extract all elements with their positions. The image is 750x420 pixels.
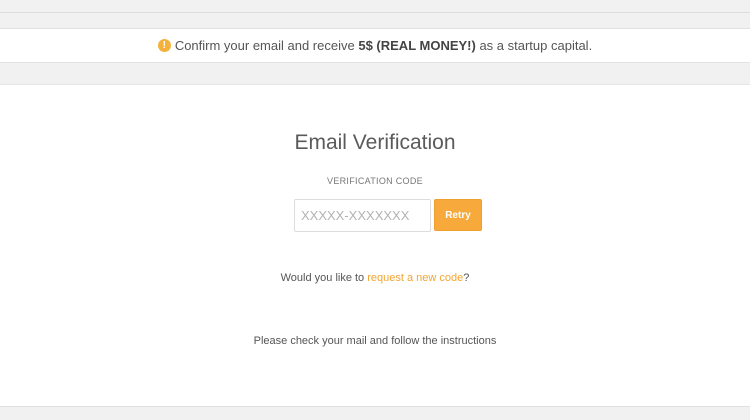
page-title: Email Verification — [294, 131, 456, 154]
retry-button[interactable]: Retry — [434, 199, 482, 231]
verification-code-input[interactable] — [294, 199, 431, 232]
notice-reward-text: 5$ (REAL MONEY!) — [358, 38, 476, 53]
email-confirm-notice: ! Confirm your email and receive 5$ (REA… — [0, 28, 750, 63]
instructions-text: Please check your mail and follow the in… — [253, 335, 497, 347]
request-new-code-link[interactable]: request a new code — [367, 272, 463, 284]
top-strip — [0, 0, 750, 13]
notice-text-after: as a startup capital. — [475, 38, 593, 53]
notice-text-before: Confirm your email and receive — [174, 38, 359, 53]
verification-panel: Email Verification VERIFICATION CODE Ret… — [0, 84, 750, 407]
request-new-code-line: Would you like to request a new code? — [0, 272, 750, 284]
request-text-after: ? — [463, 272, 470, 284]
exclamation-circle-icon: ! — [157, 39, 171, 52]
request-text-before: Would you like to — [280, 272, 368, 284]
verification-code-label: VERIFICATION CODE — [327, 176, 423, 186]
